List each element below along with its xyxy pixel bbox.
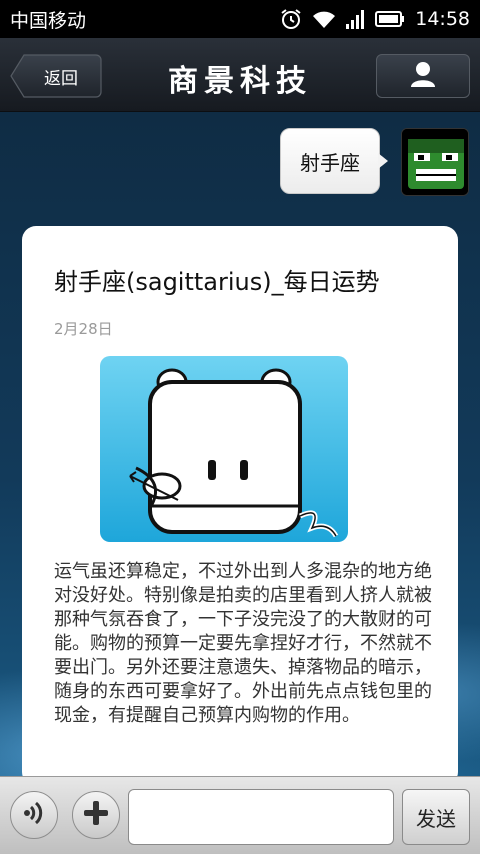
carrier-label: 中国移动 [10,9,87,32]
back-button[interactable]: 返回 [10,54,102,98]
title-bar: 返回 商景科技 [0,38,480,112]
card-date: 2月28日 [54,320,113,338]
voice-button[interactable] [10,791,58,839]
card-image[interactable] [100,356,348,542]
back-button-label: 返回 [44,68,78,89]
send-button[interactable]: 发送 [402,789,470,845]
input-bar: 发送 [0,776,480,854]
card-title[interactable]: 射手座(sagittarius)_每日运势 [54,262,454,297]
signal-icon [345,8,367,30]
voice-icon [19,798,49,832]
alarm-icon [279,7,303,31]
status-bar: 中国移动 14:58 [0,0,480,38]
card-body-text: 运气虽还算稳定，不过外出到人多混杂的地方绝对没好处。特别像是拍卖的店里看到人挤人… [54,561,432,726]
wifi-icon [311,8,337,30]
add-attachment-button[interactable] [72,791,120,839]
user-icon [410,60,436,92]
battery-icon [375,10,405,28]
plus-icon [81,798,111,832]
profile-button[interactable] [376,54,470,98]
status-icons: 14:58 [279,7,470,31]
avatar[interactable] [401,128,469,196]
cartoon-mascot-image [100,356,348,542]
monster-avatar-icon [402,129,468,195]
news-card[interactable]: 射手座(sagittarius)_每日运势 2月28日 运气虽还算稳定，不过外出… [22,226,458,786]
page-title: 商景科技 [168,64,312,99]
clock: 14:58 [415,8,470,30]
outgoing-message-bubble[interactable]: 射手座 [280,128,388,194]
message-input[interactable] [128,789,394,845]
outgoing-message-text: 射手座 [300,150,360,175]
